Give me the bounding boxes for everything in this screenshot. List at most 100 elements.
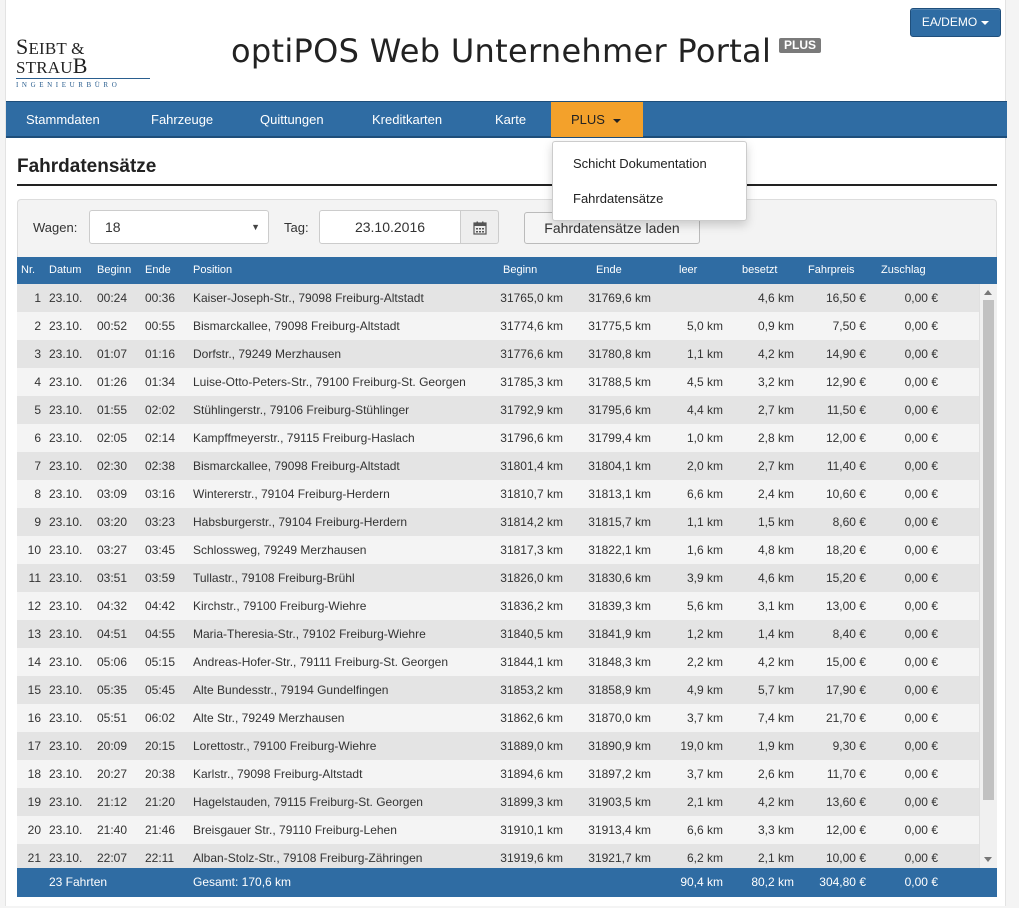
table-cell: 10: [27, 543, 41, 557]
table-row[interactable]: 17 23.10. 20:09 20:15 Lorettostr., 79100 Fre…: [17, 732, 979, 760]
table-cell: 4,8 km: [757, 543, 794, 557]
table-row[interactable]: 13 23.10. 04:51 04:55 Maria-Theresia-Str., 7…: [17, 620, 979, 648]
plus-dropdown-menu: Schicht Dokumentation Fahrdatensätze: [552, 141, 747, 221]
table-cell: Kampffmeyerstr., 79115 Freiburg-Haslach: [193, 431, 415, 445]
column-header[interactable]: Beginn: [503, 257, 537, 284]
table-cell: 31765,0 km: [500, 291, 563, 305]
table-cell: 2,2 km: [686, 655, 723, 669]
table-cell: 0,00 €: [904, 767, 938, 781]
table-row[interactable]: 16 23.10. 05:51 06:02 Alte Str., 79249 Merzh…: [17, 704, 979, 732]
calendar-button[interactable]: [461, 210, 499, 244]
column-header[interactable]: Ende: [145, 257, 171, 284]
table-row[interactable]: 20 23.10. 21:40 21:46 Breisgauer Str., 79110…: [17, 816, 979, 844]
table-cell: 23.10.: [49, 403, 83, 417]
column-header[interactable]: Zuschlag: [881, 257, 926, 284]
column-header[interactable]: Datum: [49, 257, 81, 284]
table-cell: 19: [27, 795, 41, 809]
nav-item-stammdaten[interactable]: Stammdaten: [6, 102, 120, 137]
column-header[interactable]: Position: [193, 257, 232, 284]
date-input[interactable]: 23.10.2016: [319, 210, 461, 244]
table-cell: 05:35: [97, 683, 128, 697]
column-header[interactable]: Beginn: [97, 257, 131, 284]
table-cell: Lorettostr., 79100 Freiburg-Wiehre: [193, 739, 377, 753]
column-header[interactable]: Ende: [596, 257, 622, 284]
table-cell: 31840,5 km: [500, 627, 563, 641]
table-cell: 11,40 €: [826, 459, 866, 473]
table-cell: 20:09: [97, 739, 128, 753]
table-cell: 23.10.: [49, 291, 83, 305]
table-cell: 0,9 km: [757, 319, 794, 333]
table-cell: 1,4 km: [757, 627, 794, 641]
table-row[interactable]: 1 23.10. 00:24 00:36 Kaiser-Joseph-Str., 790…: [17, 284, 979, 312]
table-cell: Tullastr., 79108 Freiburg-Brühl: [193, 571, 355, 585]
table-row[interactable]: 4 23.10. 01:26 01:34 Luise-Otto-Peters-Str.,…: [17, 368, 979, 396]
table-cell: 15,20 €: [825, 571, 866, 585]
table-cell: 3,1 km: [757, 599, 794, 613]
nav-item-karte[interactable]: Karte: [475, 102, 546, 137]
table-cell: 03:59: [145, 571, 176, 585]
nav-item-fahrzeuge[interactable]: Fahrzeuge: [131, 102, 233, 137]
table-cell: 31795,6 km: [588, 403, 651, 417]
table-row[interactable]: 10 23.10. 03:27 03:45 Schlossweg, 79249 Merz…: [17, 536, 979, 564]
table-row[interactable]: 3 23.10. 01:07 01:16 Dorfstr., 79249 Merzhau…: [17, 340, 979, 368]
table-cell: 04:51: [97, 627, 128, 641]
table-row[interactable]: 12 23.10. 04:32 04:42 Kirchstr., 79100 Freib…: [17, 592, 979, 620]
table-cell: 31844,1 km: [500, 655, 563, 669]
table-scrollbar[interactable]: [979, 284, 997, 868]
table-cell: 23.10.: [49, 851, 83, 865]
wagen-select[interactable]: 18 ▼: [89, 210, 269, 244]
nav-item-quittungen[interactable]: Quittungen: [240, 102, 344, 137]
table-cell: 04:42: [145, 599, 176, 613]
table-cell: 31870,0 km: [588, 711, 651, 725]
table-row[interactable]: 8 23.10. 03:09 03:16 Wintererstr., 79104 Fre…: [17, 480, 979, 508]
table-cell: 8,40 €: [832, 627, 866, 641]
user-menu-button[interactable]: EA/DEMO: [910, 8, 1001, 37]
table-cell: 6,6 km: [686, 487, 723, 501]
table-row[interactable]: 7 23.10. 02:30 02:38 Bismarckallee, 79098 Fr…: [17, 452, 979, 480]
table-row[interactable]: 21 23.10. 22:07 22:11 Alban-Stolz-Str., 7910…: [17, 844, 979, 868]
company-logo: SEIBT & STRAUB INGENIEURBÜRO: [16, 36, 156, 89]
table-cell: 04:55: [145, 627, 176, 641]
table-cell: 18,20 €: [825, 543, 866, 557]
table-cell: 20: [27, 823, 41, 837]
table-row[interactable]: 14 23.10. 05:06 05:15 Andreas-Hofer-Str., 79…: [17, 648, 979, 676]
menu-item-schicht-dokumentation[interactable]: Schicht Dokumentation: [573, 156, 707, 171]
table-row[interactable]: 11 23.10. 03:51 03:59 Tullastr., 79108 Freib…: [17, 564, 979, 592]
caret-down-icon: [612, 118, 621, 123]
column-header[interactable]: Nr.: [21, 257, 35, 284]
table-row[interactable]: 19 23.10. 21:12 21:20 Hagelstauden, 79115 Fr…: [17, 788, 979, 816]
nav-item-plus[interactable]: PLUS: [551, 102, 643, 137]
nav-item-kreditkarten[interactable]: Kreditkarten: [352, 102, 462, 137]
scrollbar-thumb[interactable]: [983, 300, 994, 800]
table-cell: 17,90 €: [825, 683, 866, 697]
table-row[interactable]: 15 23.10. 05:35 05:45 Alte Bundesstr., 79194…: [17, 676, 979, 704]
table-cell: 15: [27, 683, 41, 697]
table-cell: Habsburgerstr., 79104 Freiburg-Herdern: [193, 515, 408, 529]
table-row[interactable]: 5 23.10. 01:55 02:02 Stühlingerstr., 79106 F…: [17, 396, 979, 424]
table-cell: 23.10.: [49, 347, 83, 361]
scroll-down-icon[interactable]: [984, 857, 992, 862]
table-cell: 21:12: [97, 795, 128, 809]
column-header[interactable]: leer: [679, 257, 697, 284]
table-cell: 31889,0 km: [500, 739, 563, 753]
calendar-icon: [473, 221, 487, 235]
table-cell: Bismarckallee, 79098 Freiburg-Altstadt: [193, 319, 400, 333]
caret-down-icon: [981, 20, 990, 25]
column-header[interactable]: besetzt: [742, 257, 777, 284]
menu-item-fahrdatensaetze[interactable]: Fahrdatensätze: [573, 191, 663, 206]
scroll-up-icon[interactable]: [984, 290, 992, 295]
table-cell: 0,00 €: [904, 487, 938, 501]
table-row[interactable]: 9 23.10. 03:20 03:23 Habsburgerstr., 79104 F…: [17, 508, 979, 536]
table-cell: 03:16: [145, 487, 176, 501]
table-row[interactable]: 2 23.10. 00:52 00:55 Bismarckallee, 79098 Fr…: [17, 312, 979, 340]
table-cell: 2,6 km: [757, 767, 794, 781]
table-cell: 3,7 km: [686, 711, 723, 725]
table-cell: 23.10.: [49, 543, 83, 557]
table-row[interactable]: 6 23.10. 02:05 02:14 Kampffmeyerstr., 79115 …: [17, 424, 979, 452]
table-cell: 2,0 km: [686, 459, 723, 473]
table-cell: 2: [34, 319, 41, 333]
table-cell: 31836,2 km: [500, 599, 563, 613]
table-row[interactable]: 18 23.10. 20:27 20:38 Karlstr., 79098 Freibu…: [17, 760, 979, 788]
table-cell: 23.10.: [49, 487, 83, 501]
column-header[interactable]: Fahrpreis: [808, 257, 854, 284]
